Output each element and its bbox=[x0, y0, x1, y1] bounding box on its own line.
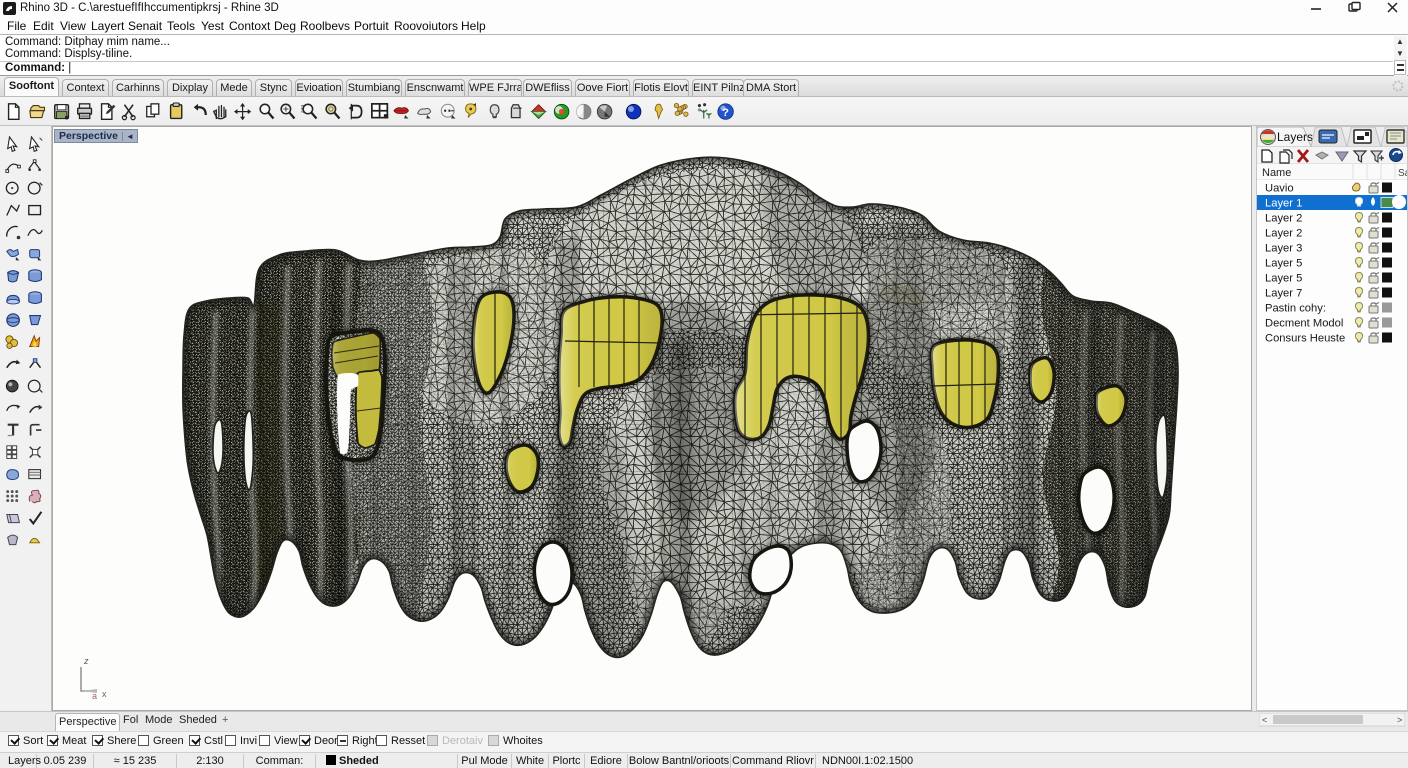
svg-text:Layer 2: Layer 2 bbox=[1265, 213, 1302, 225]
svg-text:?: ? bbox=[722, 107, 729, 119]
svg-text:x: x bbox=[102, 689, 107, 699]
svg-text:Uavio: Uavio bbox=[1265, 183, 1294, 195]
svg-text:Name: Name bbox=[1262, 167, 1291, 179]
svg-text:a: a bbox=[92, 691, 97, 701]
svg-text:Sa: Sa bbox=[1398, 168, 1407, 179]
svg-text:Consurs Heuste: Consurs Heuste bbox=[1265, 333, 1345, 345]
svg-text:Layers: Layers bbox=[1277, 130, 1313, 144]
svg-text:Layer 3: Layer 3 bbox=[1265, 243, 1302, 255]
svg-text:Pastin cohy:: Pastin cohy: bbox=[1265, 303, 1326, 315]
svg-text:Layer 7: Layer 7 bbox=[1265, 288, 1302, 300]
svg-text:Layer 2: Layer 2 bbox=[1265, 228, 1302, 240]
svg-text:Layer 5: Layer 5 bbox=[1265, 273, 1302, 285]
svg-text:z: z bbox=[83, 656, 89, 666]
svg-text:Layer 5: Layer 5 bbox=[1265, 258, 1302, 270]
svg-text:<: < bbox=[1262, 715, 1267, 725]
svg-text:Layer 1: Layer 1 bbox=[1265, 198, 1302, 210]
svg-text:Decment Modol: Decment Modol bbox=[1265, 318, 1343, 330]
svg-text:>: > bbox=[1397, 715, 1402, 725]
